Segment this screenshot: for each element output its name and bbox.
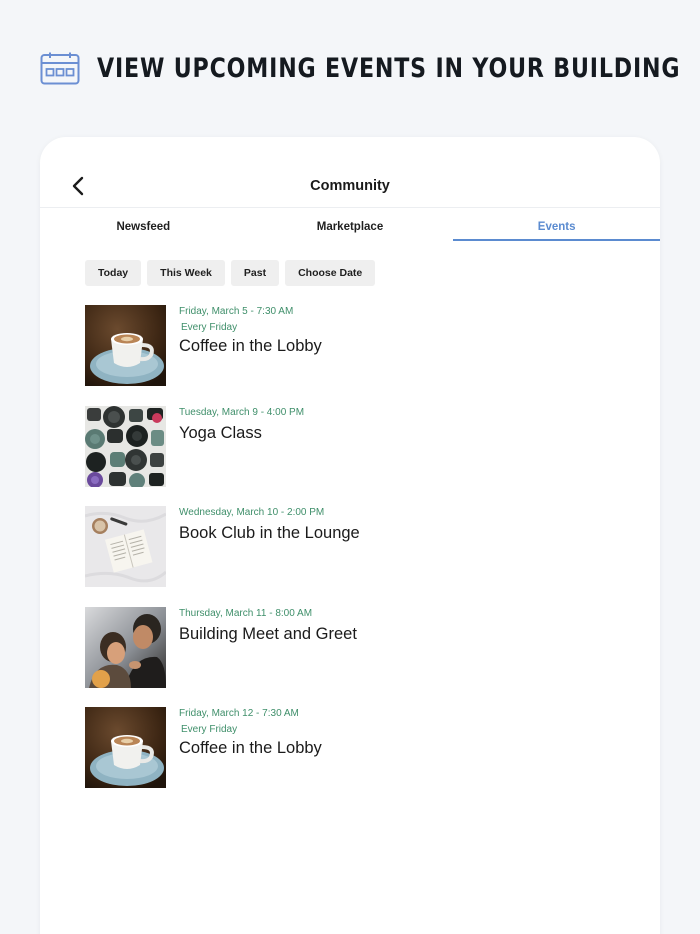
promo-headline: VIEW UPCOMING EVENTS IN YOUR BUILDING: [97, 53, 681, 84]
event-item[interactable]: Friday, March 5 - 7:30 AM Every Friday C…: [85, 305, 625, 386]
event-date: Wednesday, March 10 - 2:00 PM: [179, 507, 325, 518]
event-thumbnail: [85, 606, 166, 688]
event-thumbnail: [85, 405, 166, 487]
event-item[interactable]: Wednesday, March 10 - 2:00 PM Book Club …: [85, 506, 625, 587]
event-date: Friday, March 5 - 7:30 AM: [179, 306, 294, 317]
event-title: Book Club in the Lounge: [179, 524, 360, 542]
calendar-icon: [40, 52, 80, 85]
event-title: Building Meet and Greet: [179, 624, 357, 643]
filter-today-button[interactable]: Today: [85, 260, 142, 286]
event-date: Thursday, March 11 - 8:00 AM: [179, 607, 313, 619]
event-thumbnail: [85, 305, 166, 386]
tab-bar: Newsfeed Marketplace Events: [40, 217, 660, 241]
filter-past-button[interactable]: Past: [230, 260, 280, 286]
event-item[interactable]: Thursday, March 11 - 8:00 AM Building Me…: [85, 606, 625, 688]
event-recurrence: Every Friday: [181, 724, 238, 735]
date-filter-bar: Today This Week Past Choose Date: [85, 260, 381, 286]
header-divider: [40, 207, 660, 208]
event-date: Friday, March 12 - 7:30 AM: [179, 708, 299, 719]
tab-newsfeed[interactable]: Newsfeed: [40, 217, 247, 241]
filter-choose-date-button[interactable]: Choose Date: [285, 260, 376, 286]
event-date: Tuesday, March 9 - 4:00 PM: [179, 406, 305, 418]
event-item[interactable]: Tuesday, March 9 - 4:00 PM Yoga Class: [85, 405, 625, 487]
promo-banner: VIEW UPCOMING EVENTS IN YOUR BUILDING: [40, 52, 700, 85]
page-title: Community: [310, 178, 390, 194]
community-screen: Community Newsfeed Marketplace Events To…: [40, 137, 660, 934]
event-item[interactable]: Friday, March 12 - 7:30 AM Every Friday …: [85, 707, 625, 788]
event-title: Coffee in the Lobby: [179, 739, 322, 757]
event-title: Coffee in the Lobby: [179, 337, 322, 355]
event-title: Yoga Class: [179, 423, 262, 442]
event-recurrence: Every Friday: [181, 322, 238, 333]
tab-events[interactable]: Events: [453, 217, 660, 241]
event-thumbnail: [85, 707, 166, 788]
filter-this-week-button[interactable]: This Week: [147, 260, 225, 286]
event-thumbnail: [85, 506, 166, 587]
tab-marketplace[interactable]: Marketplace: [247, 217, 454, 241]
event-list: Friday, March 5 - 7:30 AM Every Friday C…: [85, 305, 625, 808]
